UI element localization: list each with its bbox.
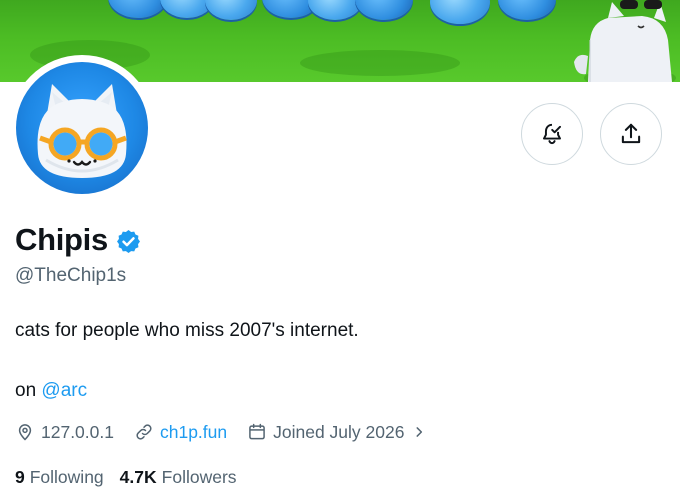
following-link[interactable]: 9 Following (15, 467, 104, 488)
profile-meta: 127.0.0.1 ch1p.fun Joined July 2026 (15, 420, 446, 444)
following-label: Following (29, 467, 104, 487)
cat-avatar-icon (37, 84, 127, 178)
share-upload-icon (621, 123, 641, 144)
link-icon (136, 424, 152, 440)
joined-item[interactable]: Joined July 2026 (247, 422, 426, 443)
banner-blob (108, 0, 168, 18)
share-button[interactable] (600, 103, 662, 165)
joined-text: Joined July 2026 (273, 421, 405, 442)
profile-name-row: Chipis (15, 220, 142, 260)
calendar-icon (249, 423, 265, 440)
cat-mascot-banner-icon (574, 0, 676, 82)
banner-blob (355, 0, 413, 20)
bio-affiliation: on @arc (15, 380, 87, 402)
followers-count: 4.7K (119, 467, 157, 487)
banner-blob (205, 0, 257, 20)
website-link[interactable]: ch1p.fun (160, 422, 227, 443)
display-name: Chipis (15, 222, 108, 257)
bell-check-icon (543, 123, 561, 145)
follow-stats: 9 Following 4.7K Followers (15, 467, 253, 488)
banner-grass (300, 50, 460, 76)
followers-label: Followers (161, 467, 237, 487)
location-pin-icon (18, 424, 32, 441)
bio-prefix: on (15, 380, 37, 401)
banner-blob (308, 0, 362, 20)
bio-text: cats for people who miss 2007's internet… (15, 320, 359, 341)
avatar[interactable] (16, 62, 148, 194)
handle: @TheChip1s (15, 265, 127, 286)
location-item: 127.0.0.1 (15, 422, 114, 443)
verified-badge-icon[interactable] (115, 228, 142, 255)
chevron-right-icon (416, 427, 423, 437)
location-text: 127.0.0.1 (41, 421, 114, 442)
followers-link[interactable]: 4.7K Followers (120, 467, 237, 488)
banner-blob (430, 0, 490, 24)
website-item[interactable]: ch1p.fun (134, 422, 227, 443)
bio-mention-link[interactable]: @arc (41, 380, 87, 401)
notifications-button[interactable] (521, 103, 583, 165)
following-count: 9 (15, 467, 25, 487)
banner-blob (498, 0, 556, 20)
